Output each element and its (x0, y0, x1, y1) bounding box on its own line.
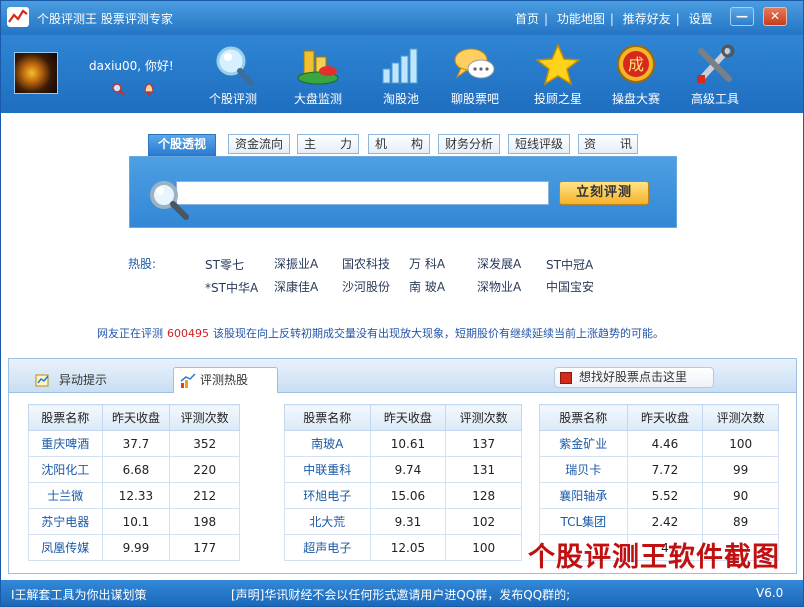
nav-stock-evaluation[interactable]: 个股评测 (198, 43, 268, 109)
magnifier-icon (216, 46, 254, 86)
table-row[interactable]: 环旭电子 15.06 128 (284, 482, 522, 509)
hot-stock-link[interactable]: 深发展A (477, 255, 521, 272)
col-header: 昨天收盘 (101, 404, 171, 431)
link-recommend-friend[interactable]: 推荐好友 (623, 12, 671, 26)
col-header: 股票名称 (28, 404, 103, 431)
table-row[interactable]: 重庆啤酒 37.7 352 (28, 430, 240, 457)
hot-stock-link[interactable]: 深康佳A (274, 278, 318, 295)
avatar[interactable] (14, 52, 58, 94)
app-window: 个股评测王 股票评测专家 首页 | 功能地图 | 推荐好友 | 设置 — ✕ daxi… (0, 0, 804, 607)
chat-bubbles-icon (454, 48, 495, 79)
link-home[interactable]: 首页 (515, 12, 539, 26)
table-row[interactable]: TCL集团 2.42 89 (539, 508, 779, 535)
search-icon[interactable] (111, 82, 125, 96)
top-links: 首页 | 功能地图 | 推荐好友 | 设置 (515, 12, 713, 26)
table-row[interactable]: 南玻A 10.61 137 (284, 430, 522, 457)
col-header: 评测次数 (445, 404, 522, 431)
nav-trading-contest[interactable]: 成 操盘大赛 (601, 43, 671, 109)
svg-text:成: 成 (628, 55, 644, 74)
tab-anomaly-alerts[interactable]: 异动提示 (29, 367, 179, 393)
table-row[interactable]: 紫金矿业 4.46 100 (539, 430, 779, 457)
tab-news[interactable]: 资 讯 (578, 134, 638, 154)
ticker-prefix: 网友正在评测 (97, 327, 163, 340)
nav-market-monitor[interactable]: 大盘监测 (283, 43, 353, 109)
link-settings[interactable]: 设置 (689, 12, 713, 26)
table-row[interactable]: 北大荒 9.31 102 (284, 508, 522, 535)
table-row[interactable]: 凤凰传媒 9.99 177 (28, 534, 240, 561)
col-header: 昨天收盘 (626, 404, 704, 431)
tools-icon (697, 44, 735, 83)
screenshot-watermark: 个股评测王软件截图 (528, 542, 780, 573)
hot-stocks-label: 热股: (128, 257, 157, 271)
hot-stocks-table: 股票名称 昨天收盘 评测次数 重庆啤酒 37.7 352 沈阳化工 6.68 220 士… (28, 404, 240, 561)
table-row[interactable]: 士兰微 12.33 212 (28, 482, 240, 509)
table-row[interactable]: 中联重科 9.74 131 (284, 456, 522, 483)
stock-search-input[interactable] (176, 181, 549, 205)
coins-chart-icon (297, 50, 339, 85)
hot-stock-link[interactable]: 深物业A (477, 278, 521, 295)
evaluate-now-button[interactable]: 立刻评测 (559, 181, 649, 205)
window-title: 个股评测王 股票评测专家 (37, 12, 173, 26)
table-row[interactable]: 沈阳化工 6.68 220 (28, 456, 240, 483)
ticker-text: 该股现在向上反转初期成交量没有出现放大现象，短期股价有继续延续当前上涨趋势的可能… (213, 327, 664, 340)
alert-icon (35, 374, 49, 387)
col-header: 评测次数 (702, 404, 779, 431)
hot-stocks-table: 股票名称 昨天收盘 评测次数 南玻A 10.61 137 中联重科 9.74 131 环… (284, 404, 522, 561)
tab-stock-perspective[interactable]: 个股透视 (148, 134, 216, 156)
status-bar: I王解套工具为你出谋划策 [声明]华讯财经不会以任何形式邀请用户进QQ群，发布Q… (1, 580, 803, 606)
find-good-stocks-link[interactable]: 想找好股票点击这里 (554, 367, 714, 388)
trend-chart-icon (180, 373, 196, 388)
tab-fund-flow[interactable]: 资金流向 (228, 134, 290, 154)
col-header: 股票名称 (284, 404, 371, 431)
tab-main-force[interactable]: 主 力 (297, 134, 359, 154)
bar-chart-icon (382, 48, 418, 84)
close-button[interactable]: ✕ (763, 7, 787, 26)
evaluation-ticker: 网友正在评测 600495 该股现在向上反转初期成交量没有出现放大现象，短期股价有继… (97, 325, 664, 341)
link-feature-map[interactable]: 功能地图 (557, 12, 605, 26)
magnifier-icon (150, 181, 189, 220)
star-icon (534, 43, 582, 86)
hot-stock-link[interactable]: 中国宝安 (546, 278, 594, 295)
hot-stock-link[interactable]: 深振业A (274, 255, 318, 272)
hot-stock-link[interactable]: *ST中华A (205, 279, 258, 296)
red-square-icon (560, 372, 572, 384)
col-header: 昨天收盘 (369, 404, 447, 431)
hot-stock-link[interactable]: ST中冠A (546, 256, 593, 273)
hot-stock-link[interactable]: 万 科A (409, 255, 445, 272)
title-bar: 个股评测王 股票评测专家 首页 | 功能地图 | 推荐好友 | 设置 — ✕ (1, 1, 803, 35)
nav-advisor-star[interactable]: 投顾之星 (523, 43, 593, 109)
col-header: 股票名称 (539, 404, 628, 431)
lower-tab-bar: 异动提示 评测热股 想找好股票点击这里 (9, 359, 796, 393)
table-row[interactable]: 瑞贝卡 7.72 99 (539, 456, 779, 483)
tab-short-rating[interactable]: 短线评级 (508, 134, 570, 154)
col-header: 评测次数 (169, 404, 240, 431)
table-row[interactable]: 苏宁电器 10.1 198 (28, 508, 240, 535)
table-row[interactable]: 襄阳轴承 5.52 90 (539, 482, 779, 509)
hot-stock-link[interactable]: 国农科技 (342, 255, 390, 272)
status-notice: [声明]华讯财经不会以任何形式邀请用户进QQ群，发布QQ群的; (231, 588, 571, 602)
hot-stock-link[interactable]: 南 玻A (409, 278, 445, 295)
tab-financial-analysis[interactable]: 财务分析 (438, 134, 500, 154)
table-row[interactable]: 超声电子 12.05 100 (284, 534, 522, 561)
nav-advanced-tools[interactable]: 高级工具 (680, 43, 750, 109)
minimize-button[interactable]: — (730, 7, 754, 26)
header-bar: daxiu00, 你好! 个股评测 大盘监测 淘股池 聊股票吧 投顾之星 成 操… (1, 35, 803, 113)
nav-stock-pool[interactable]: 淘股池 (366, 43, 436, 109)
medal-icon: 成 (617, 45, 655, 83)
bell-icon[interactable] (142, 81, 156, 97)
tab-evaluated-hot-stocks[interactable]: 评测热股 (173, 367, 278, 393)
version-label: V6.0 (756, 586, 784, 600)
nav-stock-chat[interactable]: 聊股票吧 (440, 43, 510, 109)
hot-stock-link[interactable]: ST零七 (205, 256, 244, 273)
tab-institution[interactable]: 机 构 (368, 134, 430, 154)
user-greeting: daxiu00, 你好! (89, 59, 174, 73)
app-logo-icon (7, 7, 29, 27)
status-promo[interactable]: I王解套工具为你出谋划策 (11, 586, 147, 603)
ticker-stock-code[interactable]: 600495 (167, 327, 209, 340)
hot-stock-link[interactable]: 沙河股份 (342, 278, 390, 295)
